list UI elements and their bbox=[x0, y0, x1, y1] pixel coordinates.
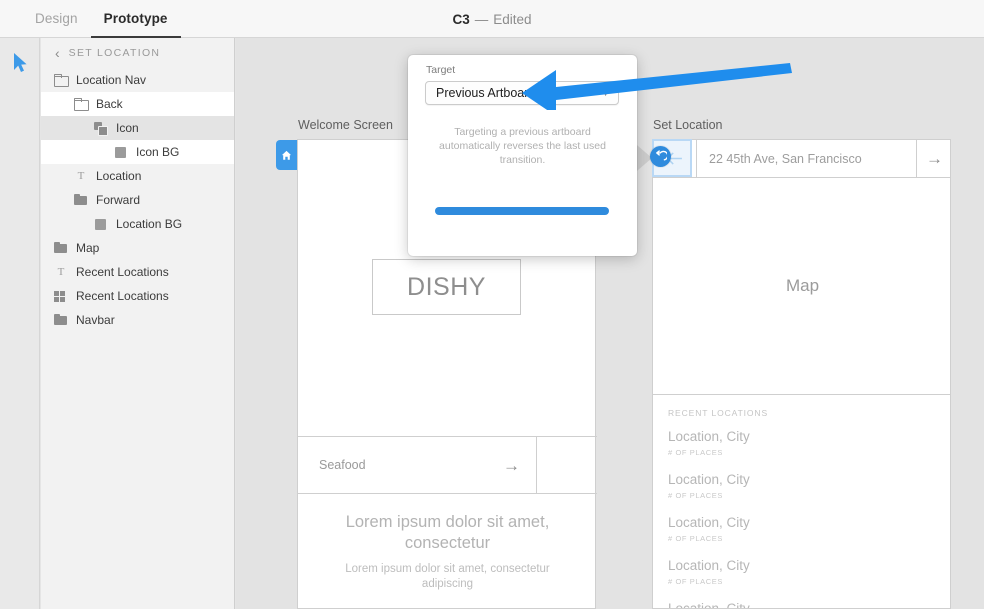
layer-row[interactable]: Back bbox=[41, 92, 234, 116]
artboard-set-location[interactable]: 22 45th Ave, San Francisco → Map RECENT … bbox=[652, 139, 951, 609]
arrow-right-icon: → bbox=[926, 149, 943, 168]
recent-location-item[interactable]: Location, City # OF PLACES bbox=[668, 471, 938, 514]
layer-row[interactable]: Forward bbox=[41, 188, 234, 212]
layer-row[interactable]: Location Nav bbox=[41, 68, 234, 92]
left-gutter bbox=[0, 38, 40, 609]
grid-icon bbox=[54, 289, 68, 303]
layer-label: Location bbox=[96, 169, 142, 183]
nav-go-button[interactable]: → bbox=[917, 140, 950, 177]
recent-locations-header: RECENT LOCATIONS bbox=[668, 408, 769, 418]
layer-label: Back bbox=[96, 97, 123, 111]
layer-label: Navbar bbox=[76, 313, 115, 327]
recent-location-subtext: # OF PLACES bbox=[668, 577, 723, 586]
search-side-cell[interactable] bbox=[537, 437, 597, 493]
sidebar-header: ‹ SET LOCATION bbox=[41, 38, 234, 68]
reverse-arrow-icon bbox=[656, 150, 667, 161]
map-placeholder[interactable]: Map bbox=[653, 178, 950, 395]
layer-label: Location Nav bbox=[76, 73, 147, 87]
logo-box: DISHY bbox=[372, 259, 521, 315]
text-icon: T bbox=[77, 170, 85, 182]
layer-label: Location BG bbox=[116, 217, 183, 231]
reverse-transition-badge[interactable] bbox=[650, 146, 671, 167]
search-row[interactable]: Seafood → bbox=[298, 436, 597, 494]
recent-location-title: Location, City bbox=[668, 472, 750, 487]
layer-label: Map bbox=[76, 241, 100, 255]
recent-location-subtext: # OF PLACES bbox=[668, 491, 723, 500]
chevron-down-icon: ▼ bbox=[601, 88, 610, 98]
recent-location-subtext: # OF PLACES bbox=[668, 448, 723, 457]
navbar-row: 22 45th Ave, San Francisco → bbox=[653, 140, 950, 178]
target-select-value: Previous Artboard bbox=[436, 86, 536, 100]
recent-location-item[interactable]: Location, City # OF PLACES bbox=[668, 514, 938, 557]
tab-prototype[interactable]: Prototype bbox=[90, 0, 181, 38]
app-root: Design Prototype C3 — Edited ‹ SET LOCAT… bbox=[0, 0, 984, 609]
panel-title: SET LOCATION bbox=[68, 47, 161, 59]
layer-row[interactable]: Icon BG bbox=[41, 140, 234, 164]
layer-row[interactable]: Map bbox=[41, 236, 234, 260]
home-icon bbox=[281, 150, 292, 160]
arrow-right-icon: → bbox=[503, 455, 520, 475]
top-toolbar: Design Prototype C3 — Edited bbox=[0, 0, 984, 38]
address-field[interactable]: 22 45th Ave, San Francisco bbox=[697, 140, 917, 177]
layers-sidebar: ‹ SET LOCATION Location Nav Back Icon Icon … bbox=[41, 38, 235, 609]
target-label: Target bbox=[426, 64, 456, 76]
folder-filled-icon bbox=[74, 193, 88, 207]
recent-location-item[interactable]: Location, City# OF PLACES bbox=[668, 600, 938, 609]
layer-label: Icon BG bbox=[136, 145, 180, 159]
recent-location-title: Location, City bbox=[668, 601, 750, 609]
welcome-heading: Lorem ipsum dolor sit amet, consectetur bbox=[345, 513, 550, 552]
artboard-label-welcome-screen[interactable]: Welcome Screen bbox=[298, 118, 393, 132]
search-placeholder-text: Seafood bbox=[319, 458, 366, 472]
search-field[interactable]: Seafood → bbox=[298, 437, 537, 493]
artboard-label-set-location[interactable]: Set Location bbox=[653, 118, 723, 132]
folder-outline-icon bbox=[54, 73, 69, 87]
layer-row[interactable]: Recent Locations bbox=[41, 284, 234, 308]
target-select[interactable]: Previous Artboard ▼ bbox=[425, 81, 619, 105]
folder-filled-icon bbox=[54, 241, 68, 255]
layer-row[interactable]: T Recent Locations bbox=[41, 260, 234, 284]
home-badge[interactable] bbox=[276, 140, 297, 170]
annotation-highlight-bar bbox=[435, 207, 609, 215]
group-icon bbox=[94, 121, 108, 136]
layer-label: Recent Locations bbox=[76, 265, 169, 279]
title-dash: — bbox=[474, 11, 489, 27]
layer-label: Recent Locations bbox=[76, 289, 169, 303]
mode-tabs: Design Prototype bbox=[22, 0, 181, 38]
recent-location-title: Location, City bbox=[668, 429, 750, 444]
folder-outline-icon bbox=[74, 97, 89, 111]
back-chevron-icon[interactable]: ‹ bbox=[55, 46, 60, 60]
tab-design[interactable]: Design bbox=[22, 0, 91, 38]
pointer-cursor-icon bbox=[14, 53, 27, 72]
layer-row[interactable]: Icon bbox=[41, 116, 234, 140]
layer-label: Forward bbox=[96, 193, 141, 207]
folder-filled-icon bbox=[54, 313, 68, 327]
rectangle-icon bbox=[114, 145, 128, 159]
layer-list: Location Nav Back Icon Icon BG T Location Forw… bbox=[41, 68, 234, 332]
rectangle-icon bbox=[94, 217, 108, 231]
welcome-subtext: Lorem ipsum dolor sit amet, consectetur … bbox=[345, 563, 550, 590]
layer-label: Icon bbox=[116, 121, 139, 135]
prototype-target-popover[interactable]: Target Previous Artboard ▼ Targeting a p… bbox=[408, 55, 637, 256]
recent-location-subtext: # OF PLACES bbox=[668, 534, 723, 543]
layer-row[interactable]: Location BG bbox=[41, 212, 234, 236]
recent-location-item[interactable]: Location, City # OF PLACES bbox=[668, 428, 938, 471]
recent-location-title: Location, City bbox=[668, 515, 750, 530]
welcome-copy-block: Lorem ipsum dolor sit amet, consectetur … bbox=[298, 512, 597, 592]
recent-location-item[interactable]: Location, City # OF PLACES bbox=[668, 557, 938, 600]
document-state: Edited bbox=[493, 11, 532, 27]
recent-location-title: Location, City bbox=[668, 558, 750, 573]
recent-locations-list: Location, City # OF PLACES Location, City #… bbox=[668, 428, 938, 609]
text-icon: T bbox=[57, 266, 65, 278]
layer-row[interactable]: T Location bbox=[41, 164, 234, 188]
target-help-text: Targeting a previous artboard automatica… bbox=[439, 126, 606, 166]
document-name: C3 bbox=[452, 11, 470, 27]
layer-row[interactable]: Navbar bbox=[41, 308, 234, 332]
